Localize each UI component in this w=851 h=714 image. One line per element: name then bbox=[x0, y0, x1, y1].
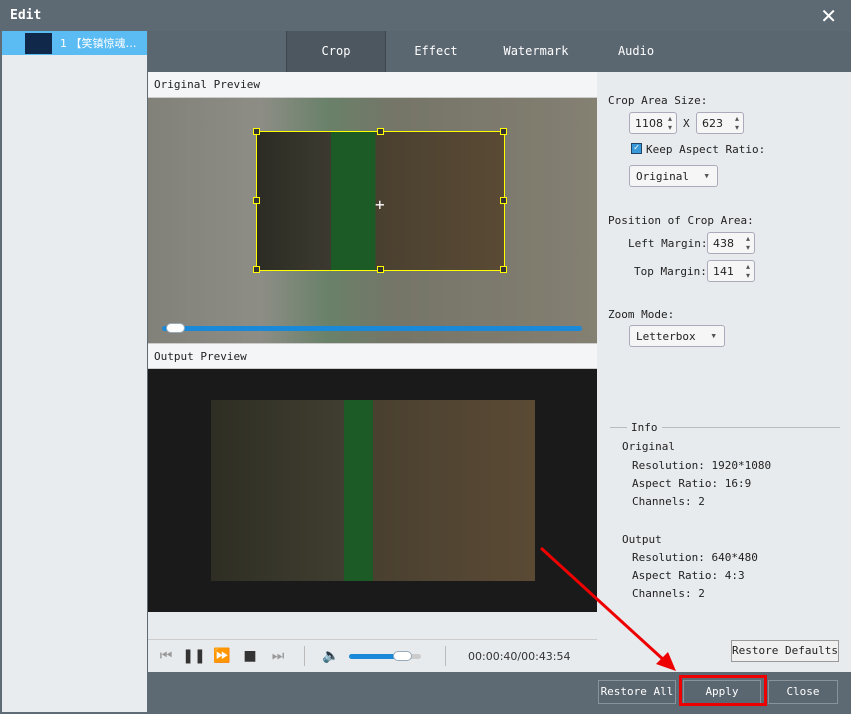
annotation-arrow bbox=[539, 546, 676, 671]
